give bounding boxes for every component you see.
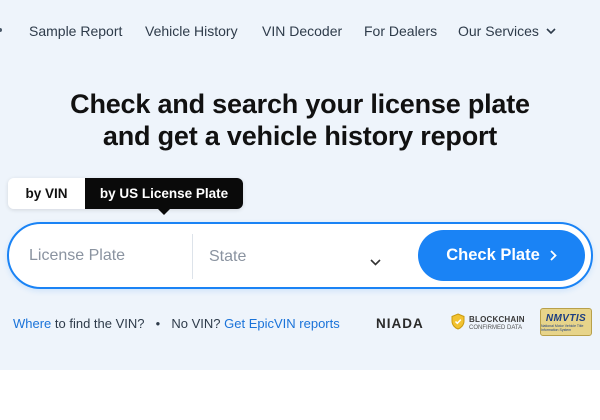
nmvtis-logo: NMVTIS National Motor Vehicle Title Info… [540,308,592,336]
field-divider [192,234,193,279]
shield-icon [451,313,465,335]
chevron-right-icon [550,250,557,261]
lower-section [0,370,600,420]
blockchain-badge: BLOCKCHAIN CONFIRMED DATA [451,313,525,335]
plate-search-bar: State Check Plate [7,222,593,289]
where-text: to find the VIN? [51,316,145,331]
nav-sample-report[interactable]: Sample Report [29,23,122,39]
tab-by-license-plate[interactable]: by US License Plate [85,178,243,215]
nav-our-services-label: Our Services [458,23,539,39]
nav-vehicle-history[interactable]: Vehicle History [145,23,238,39]
headline-line-1: Check and search your license plate [70,89,530,119]
nmvtis-mark: NMVTIS [545,312,587,324]
license-plate-input[interactable] [29,247,189,265]
no-vin-text: No VIN? [171,316,221,331]
where-link[interactable]: Where [13,316,51,331]
nav-vin-decoder[interactable]: VIN Decoder [262,23,342,39]
top-navigation: Sample Report Vehicle History VIN Decode… [0,0,600,62]
state-select-label: State [209,247,247,265]
state-select[interactable]: State [209,234,389,279]
chevron-down-icon [546,27,556,38]
separator-dot: ● [155,319,161,328]
headline-line-2: and get a vehicle history report [102,121,498,151]
nav-for-dealers[interactable]: For Dealers [364,23,437,39]
confirmed-data-label: CONFIRMED DATA [469,325,523,331]
nav-bullet [0,28,2,32]
tab-by-license-plate-label: by US License Plate [99,186,229,201]
epicvin-reports-link[interactable]: Get EpicVIN reports [224,316,340,331]
niada-logo: NIADA [376,316,424,331]
blockchain-label: BLOCKCHAIN [469,315,525,324]
nav-our-services[interactable]: Our Services [458,23,556,39]
page-headline: Check and search your license plate and … [0,88,600,152]
tab-by-vin[interactable]: by VIN [8,178,85,209]
active-tab-pointer [158,209,170,215]
check-plate-button[interactable]: Check Plate [418,230,585,281]
search-mode-tabs: by VIN by US License Plate [8,178,243,215]
nmvtis-subtitle: National Motor Vehicle Title Information… [541,323,584,332]
helper-links: Where to find the VIN? ● No VIN? Get Epi… [13,316,340,331]
check-plate-button-label: Check Plate [446,246,540,264]
chevron-down-icon [370,253,381,271]
